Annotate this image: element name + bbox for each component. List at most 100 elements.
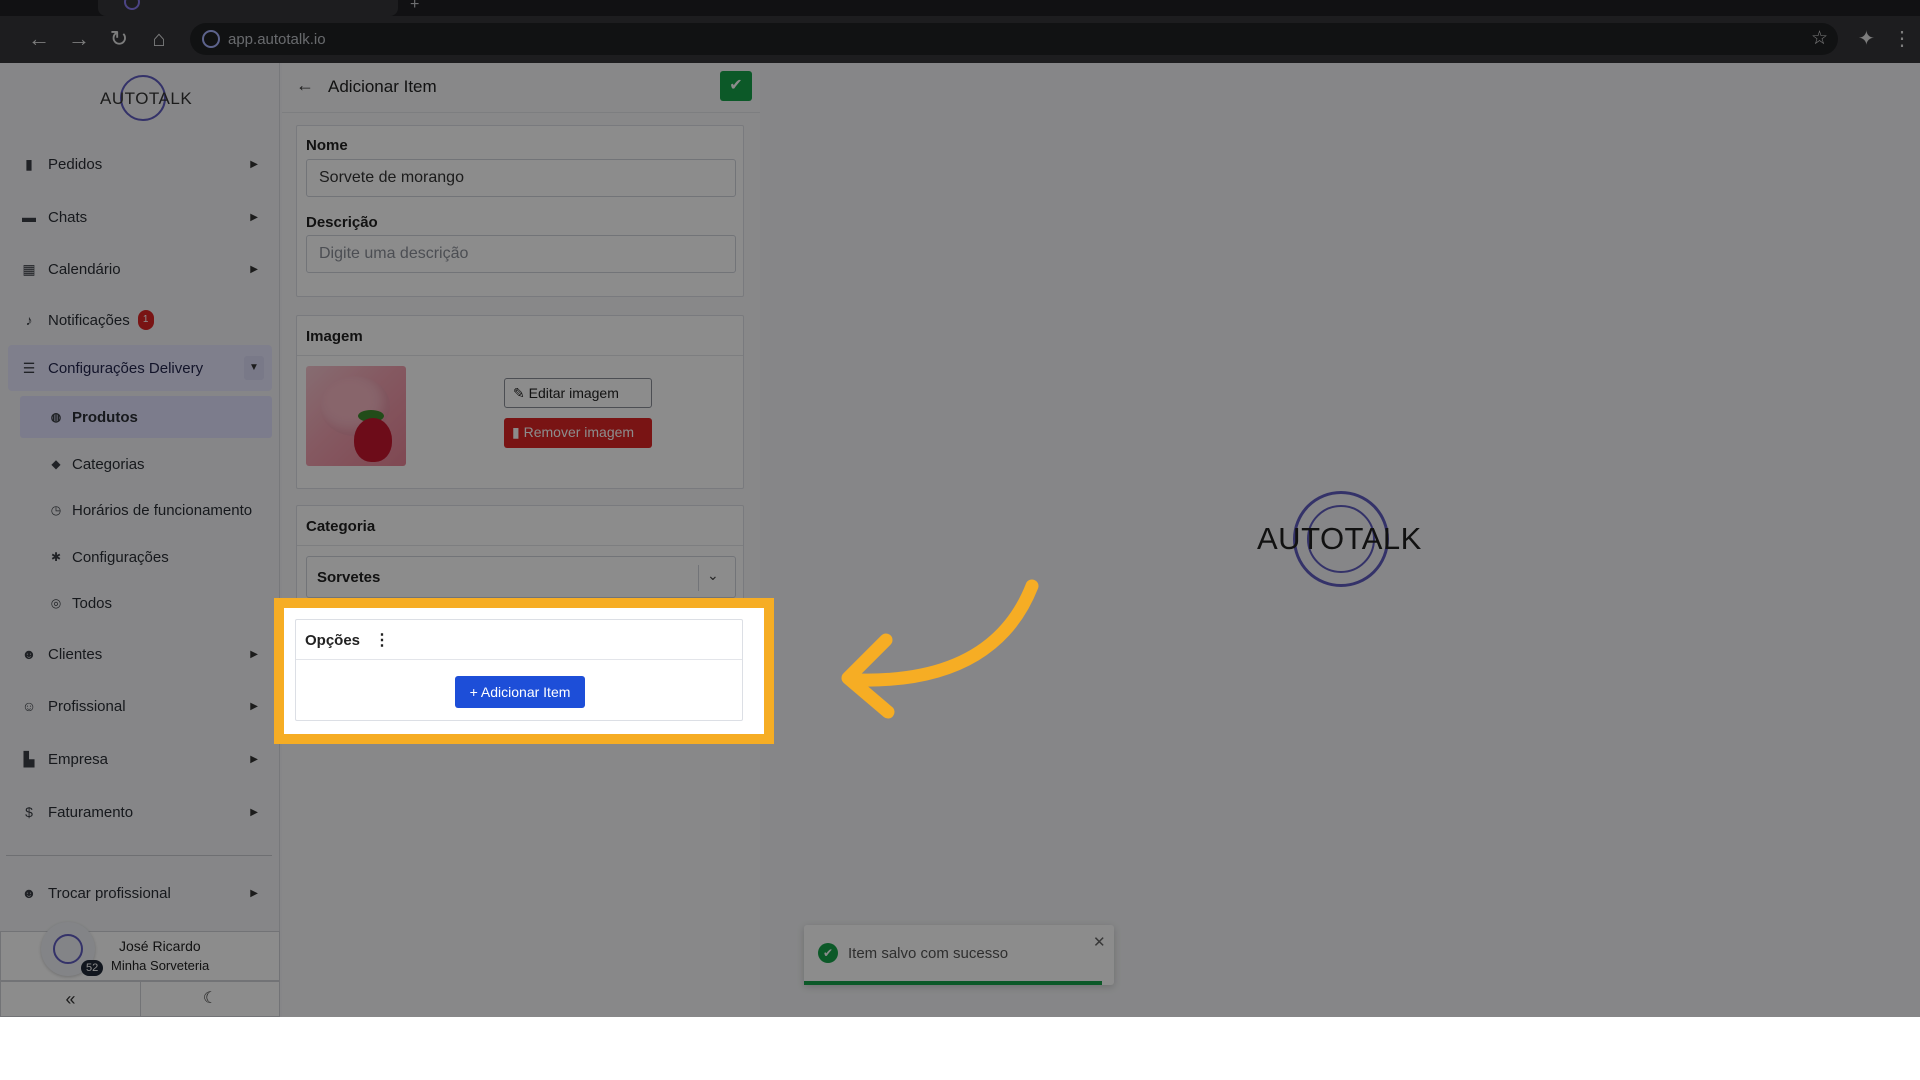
users-swap-icon: ☻ [21, 885, 37, 901]
brand-text: AUTOTALK [100, 89, 193, 108]
toast-progress-bar [804, 981, 1102, 985]
options-header: Opções ⋮ [296, 620, 742, 660]
add-item-button[interactable]: + Adicionar Item [455, 676, 585, 708]
sidebar-item-faturamento[interactable]: $ Faturamento ▶ [8, 789, 272, 835]
edit-image-button[interactable]: ✎ Editar imagem [504, 378, 652, 408]
users-icon: ☻ [21, 646, 37, 662]
image-card: Imagem ✎ Editar imagem ▮ Remover imagem [296, 315, 744, 489]
chat-icon: ▬ [22, 209, 36, 225]
sidebar-subitem-label: Configurações [72, 548, 169, 566]
browser-tabstrip: + [0, 0, 1920, 16]
forward-icon[interactable]: → [64, 24, 94, 54]
browser-tab[interactable] [98, 0, 398, 16]
panel-header: ← Adicionar Item ✔ [282, 63, 760, 113]
sidebar-subitem-label: Todos [72, 594, 113, 612]
dollar-icon: $ [25, 804, 33, 820]
globe-icon: ◎ [50, 596, 62, 610]
sidebar-subitem-categorias[interactable]: ◆ Categorias [20, 443, 272, 485]
sidebar-item-label: Clientes [48, 645, 103, 663]
autotalk-logo: AUTOTALK [1257, 491, 1427, 591]
sidebar-subitem-label: Produtos [72, 408, 138, 426]
caret-right-icon: ▶ [250, 263, 258, 275]
sidebar-item-calendario[interactable]: ▦ Calendário ▶ [8, 246, 272, 292]
avatar-count-badge: 52 [81, 960, 104, 976]
sidebar-item-label: Pedidos [48, 155, 103, 173]
sidebar-footer: « ☾ [0, 981, 280, 1017]
caret-right-icon: ▶ [250, 887, 258, 899]
remove-image-button[interactable]: ▮ Remover imagem [504, 418, 652, 448]
site-icon [202, 30, 220, 48]
remove-image-label: Remover imagem [523, 424, 635, 440]
save-check-button[interactable]: ✔ [720, 71, 752, 101]
user-name: José Ricardo [119, 938, 201, 954]
sidebar-item-notificacoes[interactable]: ♪ Notificações 1 [8, 297, 272, 343]
logo-text: AUTOTALK [1257, 521, 1422, 556]
page-title: Adicionar Item [328, 77, 437, 96]
gear-icon: ✱ [50, 550, 62, 564]
category-label: Categoria [297, 506, 743, 546]
reload-icon[interactable]: ↻ [104, 24, 134, 54]
extensions-icon[interactable]: ✦ [1858, 24, 1875, 54]
brand-logo: AUTOTALK [100, 75, 192, 125]
bookmark-star-icon[interactable]: ☆ [1811, 27, 1828, 50]
collapse-sidebar-icon[interactable]: « [1, 982, 141, 1016]
add-item-label: Adicionar Item [480, 684, 571, 700]
sidebar-item-empresa[interactable]: ▙ Empresa ▶ [8, 736, 272, 782]
sidebar-item-label: Empresa [48, 750, 109, 768]
sidebar-subitem-label: Horários de funcionamento [72, 501, 253, 519]
strawberry [354, 418, 392, 462]
sidebar-item-trocar-profissional[interactable]: ☻ Trocar profissional ▶ [8, 870, 272, 916]
sidebar-item-label: Trocar profissional [48, 884, 171, 902]
success-toast: ✔ Item salvo com sucesso ✕ [804, 925, 1114, 985]
sidebar-item-chats[interactable]: ▬ Chats ▶ [8, 194, 272, 240]
item-form-panel: ← Adicionar Item ✔ Nome Sorvete de moran… [282, 63, 760, 1017]
name-input[interactable]: Sorvete de morango [306, 159, 736, 197]
user-org: Minha Sorveteria [111, 958, 210, 973]
sidebar-item-pedidos[interactable]: ▮ Pedidos ▶ [8, 141, 272, 187]
edit-icon: ✎ [513, 385, 529, 401]
tab-favicon-icon [124, 0, 140, 10]
caret-right-icon: ▶ [250, 158, 258, 170]
kebab-menu-icon[interactable]: ⋮ [374, 630, 390, 650]
sidebar-item-profissional[interactable]: ☺ Profissional ▶ [8, 683, 272, 729]
sidebar-subitem-todos[interactable]: ◎ Todos [20, 582, 272, 624]
options-card: Opções ⋮ + Adicionar Item [295, 619, 743, 721]
category-select[interactable]: Sorvetes ⌄ [306, 556, 736, 598]
app-area: AUTOTALK ▮ Pedidos ▶ ▬ Chats ▶ ▦ Calendá… [0, 63, 1920, 1017]
caret-right-icon: ▶ [250, 211, 258, 223]
home-icon[interactable]: ⌂ [144, 24, 174, 54]
preview-pane: AUTOTALK [760, 63, 1920, 1017]
select-separator [698, 565, 699, 591]
avatar-ring-icon [53, 934, 83, 964]
plus-icon: + [469, 684, 481, 700]
sidebar-item-label: Configurações Delivery [48, 359, 204, 377]
clipboard-icon: ▮ [25, 155, 33, 172]
edit-image-label: Editar imagem [528, 385, 619, 401]
address-url[interactable]: app.autotalk.io [228, 31, 326, 48]
caret-right-icon: ▶ [250, 806, 258, 818]
bell-icon: ♪ [25, 312, 33, 328]
sidebar-subitem-configuracoes[interactable]: ✱ Configurações [20, 536, 272, 578]
ice-cream-icon: ◍ [50, 410, 62, 424]
sidebar-subitem-horarios[interactable]: ◷ Horários de funcionamento [20, 489, 272, 531]
caret-right-icon: ▶ [250, 753, 258, 765]
annotation-arrow [841, 579, 1039, 719]
sidebar-subitem-produtos[interactable]: ◍ Produtos [20, 396, 272, 438]
sidebar-item-clientes[interactable]: ☻ Clientes ▶ [8, 631, 272, 677]
user-profile[interactable]: 52 José Ricardo Minha Sorveteria [0, 922, 280, 981]
caret-right-icon: ▶ [250, 700, 258, 712]
chevron-down-icon[interactable]: ⌄ [707, 567, 719, 584]
sidebar-item-configuracoes-delivery[interactable]: ☰ Configurações Delivery ▼ [8, 345, 272, 391]
description-input[interactable]: Digite uma descrição [306, 235, 736, 273]
dark-mode-moon-icon[interactable]: ☾ [141, 982, 279, 1016]
toast-message: Item salvo com sucesso [848, 945, 1009, 962]
building-icon: ▙ [23, 750, 35, 767]
caret-down-icon[interactable]: ▼ [244, 356, 264, 380]
address-bar[interactable]: app.autotalk.io ☆ [190, 23, 1838, 55]
back-icon[interactable]: ← [24, 24, 54, 54]
browser-menu-icon[interactable]: ⋮ [1892, 24, 1912, 54]
close-icon[interactable]: ✕ [1093, 933, 1106, 951]
back-arrow-icon[interactable]: ← [296, 75, 314, 96]
calendar-icon: ▦ [22, 260, 36, 277]
new-tab-icon[interactable]: + [410, 0, 419, 14]
